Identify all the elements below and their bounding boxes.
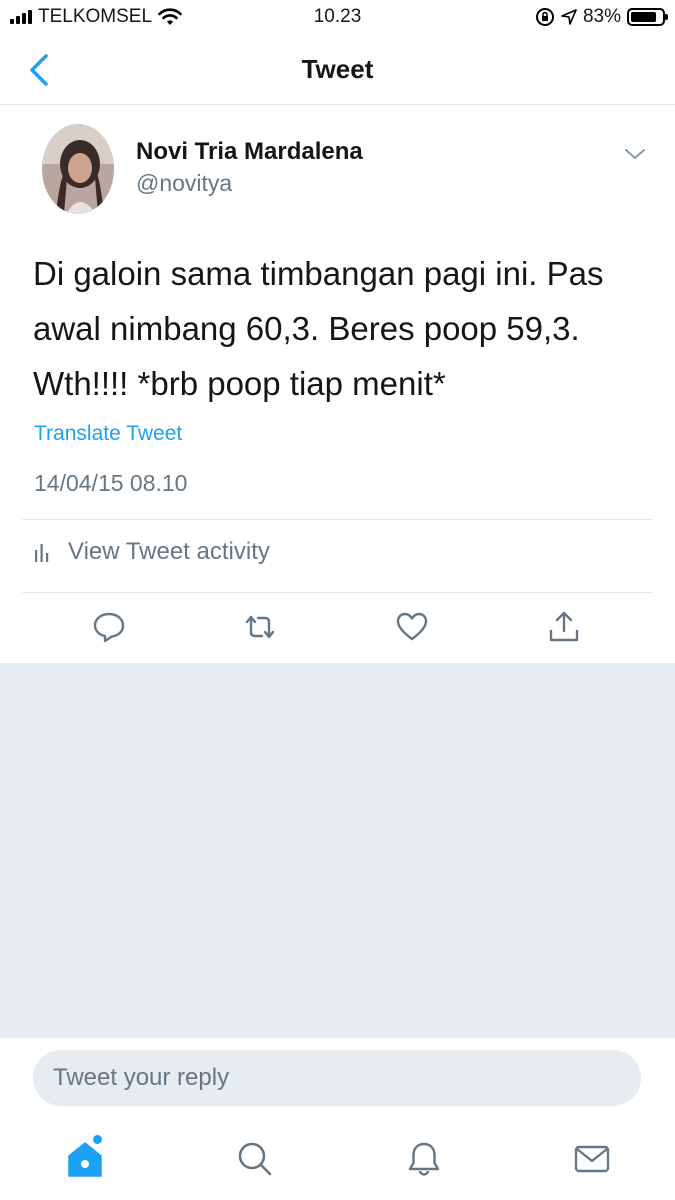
divider [22,592,653,593]
activity-label: View Tweet activity [68,538,270,565]
reply-icon[interactable] [92,610,126,644]
home-icon[interactable] [66,1140,104,1178]
like-icon[interactable] [395,610,429,644]
location-icon [561,9,577,25]
empty-area [0,663,675,1037]
notifications-icon[interactable] [405,1140,443,1178]
analytics-icon [35,544,49,562]
battery-percent: 83% [582,6,621,27]
nav-bar: Tweet [0,36,675,105]
share-icon[interactable] [547,610,581,644]
new-tweets-dot [93,1135,102,1144]
reply-input[interactable] [33,1050,641,1106]
avatar[interactable] [42,124,114,214]
search-icon[interactable] [236,1140,274,1178]
translate-tweet-link[interactable]: Translate Tweet [34,422,182,446]
reply-divider [0,1037,675,1038]
chevron-down-icon[interactable] [622,144,648,164]
author-name[interactable]: Novi Tria Mardalena [136,138,363,166]
author-handle[interactable]: @novitya [136,170,232,197]
status-right: 83% [535,6,668,28]
battery-fill [631,12,656,22]
page-title: Tweet [301,54,374,84]
battery-icon [627,8,668,26]
orientation-lock-icon [535,8,554,26]
divider [22,519,653,520]
view-activity-button[interactable]: View Tweet activity [34,538,270,566]
tweet-text: Di galoin sama timbangan pagi ini. Pas a… [33,255,604,402]
status-bar: TELKOMSEL 10.23 83% [0,0,675,36]
messages-icon[interactable] [573,1140,611,1178]
retweet-icon[interactable] [243,610,277,644]
tweet-timestamp: 14/04/15 08.10 [34,470,188,496]
